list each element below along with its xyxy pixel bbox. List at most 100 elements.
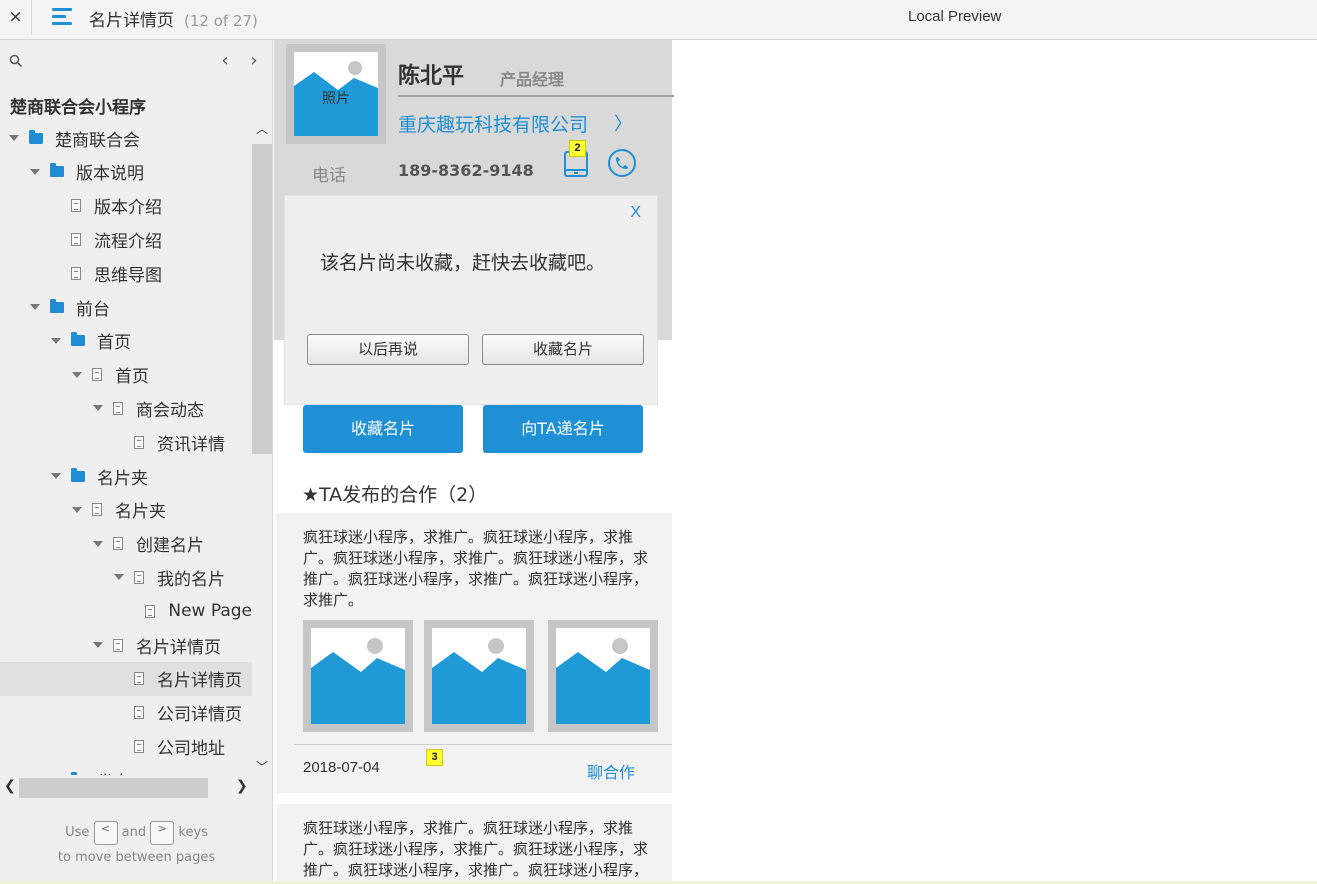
chevron-down-icon bbox=[51, 234, 61, 244]
tree-page[interactable]: 流程介绍 bbox=[0, 222, 252, 256]
tree-folder[interactable]: 版本说明 bbox=[0, 155, 252, 189]
chevron-down-icon[interactable] bbox=[30, 302, 40, 312]
chevron-right-icon[interactable]: 〉 bbox=[614, 110, 632, 136]
annotation-badge: 2 bbox=[569, 140, 586, 157]
chevron-down-icon[interactable] bbox=[9, 133, 19, 143]
search-icon[interactable] bbox=[9, 54, 23, 68]
tree-item-label: 公司详情页 bbox=[157, 705, 242, 726]
cooperation-post: 疯狂球迷小程序，求推广。疯狂球迷小程序，求推广。疯狂球迷小程序，求推广。疯狂球迷… bbox=[276, 804, 672, 884]
post-image[interactable] bbox=[424, 620, 534, 732]
tree-item-label: 创建名片 bbox=[136, 536, 204, 557]
annotation-badge: 3 bbox=[426, 749, 443, 766]
close-icon[interactable]: X bbox=[630, 204, 641, 222]
tree-item-label: 版本介绍 bbox=[94, 198, 162, 219]
profile-photo: 照片 bbox=[286, 44, 386, 144]
scroll-left-icon[interactable]: ❮ bbox=[4, 778, 16, 794]
chevron-down-icon[interactable] bbox=[93, 403, 103, 413]
page-icon bbox=[134, 672, 144, 686]
tree-item-label: 楚商联合会 bbox=[55, 130, 140, 151]
keyboard-hint: Use < and > keys to move between pages bbox=[0, 820, 272, 870]
chevron-down-icon bbox=[114, 674, 124, 684]
tree-page[interactable]: New Page bbox=[0, 594, 252, 628]
tree-page[interactable]: 商会动态 bbox=[0, 391, 252, 425]
tree-folder[interactable]: 楚商联合会 bbox=[0, 121, 252, 155]
phone-label: 电话 bbox=[312, 166, 346, 186]
tree-item-label: 我的名片 bbox=[157, 569, 225, 590]
company-link[interactable]: 重庆趣玩科技有限公司 bbox=[398, 110, 588, 137]
tree-page[interactable]: 创建名片 bbox=[0, 527, 252, 561]
cooperation-title: ★TA发布的合作（2） bbox=[302, 484, 488, 506]
scroll-down-icon[interactable]: ﹀ bbox=[256, 758, 268, 775]
chevron-down-icon[interactable] bbox=[93, 640, 103, 650]
tree-page[interactable]: 名片夹 bbox=[0, 493, 252, 527]
later-button[interactable]: 以后再说 bbox=[307, 334, 469, 365]
chevron-down-icon[interactable] bbox=[30, 167, 40, 177]
page-title: 名片详情页 (12 of 27) bbox=[89, 6, 258, 31]
post-image[interactable] bbox=[548, 620, 658, 732]
vertical-scrollbar[interactable]: ︿ ﹀ bbox=[252, 122, 272, 775]
post-image[interactable] bbox=[303, 620, 413, 732]
tree-page[interactable]: 资讯详情 bbox=[0, 425, 252, 459]
folder-icon bbox=[71, 467, 85, 482]
chevron-down-icon[interactable] bbox=[72, 370, 82, 380]
tree-item-label: 商会动态 bbox=[136, 400, 204, 421]
tree-folder[interactable]: 首页 bbox=[0, 324, 252, 358]
tree-item-label: 资讯详情 bbox=[157, 434, 225, 455]
chevron-down-icon[interactable] bbox=[93, 539, 103, 549]
image-placeholder-icon bbox=[556, 628, 650, 724]
page-icon bbox=[134, 706, 144, 720]
tree-page[interactable]: 名片详情页 bbox=[0, 661, 252, 696]
chevron-down-icon[interactable] bbox=[51, 471, 61, 481]
tree-page[interactable]: 首页 bbox=[0, 358, 252, 392]
tree-item-label: 名片夹 bbox=[97, 468, 148, 489]
prev-page-icon[interactable]: ‹ bbox=[218, 50, 232, 71]
preview-canvas: 照片 陈北平 产品经理 重庆趣玩科技有限公司 〉 电话 189-8362-914… bbox=[274, 40, 674, 884]
tree-item-label: 名片夹 bbox=[115, 502, 166, 523]
horizontal-scrollbar[interactable]: ❮ ❯ bbox=[0, 775, 252, 799]
chevron-down-icon bbox=[51, 201, 61, 211]
tree-page[interactable]: 公司地址 bbox=[0, 729, 252, 763]
chevron-down-icon[interactable] bbox=[51, 336, 61, 346]
save-card-button[interactable]: 收藏名片 bbox=[303, 405, 463, 453]
chevron-down-icon[interactable] bbox=[72, 505, 82, 515]
close-icon[interactable]: × bbox=[0, 0, 32, 34]
sidebar: ‹ › 楚商联合会小程序 楚商联合会 版本说明 版本介绍 流程介绍 思维导图 前台 首页 首页… bbox=[0, 40, 273, 884]
tree-item-label: 公司地址 bbox=[157, 738, 225, 759]
hint-and: and bbox=[121, 825, 147, 840]
tree-folder[interactable]: 名片夹 bbox=[0, 459, 252, 493]
post-text: 疯狂球迷小程序，求推广。疯狂球迷小程序，求推广。疯狂球迷小程序，求推广。疯狂球迷… bbox=[303, 528, 649, 609]
favorite-dialog: X 该名片尚未收藏，赶快去收藏吧。 以后再说 收藏名片 bbox=[284, 195, 658, 405]
tree-folder[interactable]: 前台 bbox=[0, 290, 252, 324]
tree-page[interactable]: 我的名片 bbox=[0, 560, 252, 594]
chevron-down-icon bbox=[51, 268, 61, 278]
tree-item-label: 流程介绍 bbox=[94, 231, 162, 252]
tree-item-label: 前台 bbox=[76, 299, 110, 320]
cooperation-post: 疯狂球迷小程序，求推广。疯狂球迷小程序，求推广。疯狂球迷小程序，求推广。疯狂球迷… bbox=[276, 513, 672, 793]
dialog-save-card-button[interactable]: 收藏名片 bbox=[482, 334, 644, 365]
page-icon bbox=[71, 266, 81, 280]
preview-label: Local Preview bbox=[908, 8, 1002, 25]
chevron-down-icon[interactable] bbox=[114, 572, 124, 582]
scroll-right-icon[interactable]: ❯ bbox=[236, 778, 248, 794]
tree-folder[interactable]: 发布 bbox=[0, 763, 252, 775]
tree-page[interactable]: 公司详情页 bbox=[0, 696, 252, 730]
image-placeholder-icon: 照片 bbox=[294, 52, 378, 136]
call-icon[interactable] bbox=[607, 148, 637, 178]
tree-item-label: 名片详情页 bbox=[136, 637, 221, 658]
page-icon bbox=[71, 232, 81, 246]
next-page-icon[interactable]: › bbox=[247, 50, 261, 71]
vertical-scroll-thumb[interactable] bbox=[252, 144, 272, 454]
post-text: 疯狂球迷小程序，求推广。疯狂球迷小程序，求推广。疯狂球迷小程序，求推广。疯狂球迷… bbox=[303, 819, 649, 884]
horizontal-scroll-thumb[interactable] bbox=[19, 778, 208, 798]
chat-cooperation-link[interactable]: 聊合作 bbox=[587, 759, 635, 783]
page-icon bbox=[113, 638, 123, 652]
scroll-up-icon[interactable]: ︿ bbox=[256, 120, 268, 137]
tree-page[interactable]: 版本介绍 bbox=[0, 189, 252, 223]
folder-icon bbox=[29, 129, 43, 144]
tree-page[interactable]: 名片详情页 bbox=[0, 628, 252, 662]
tree-item-label: 首页 bbox=[97, 333, 131, 354]
tree-page[interactable]: 思维导图 bbox=[0, 256, 252, 290]
send-card-button[interactable]: 向TA递名片 bbox=[483, 405, 643, 453]
divider bbox=[398, 95, 674, 97]
menu-icon[interactable] bbox=[52, 8, 72, 26]
